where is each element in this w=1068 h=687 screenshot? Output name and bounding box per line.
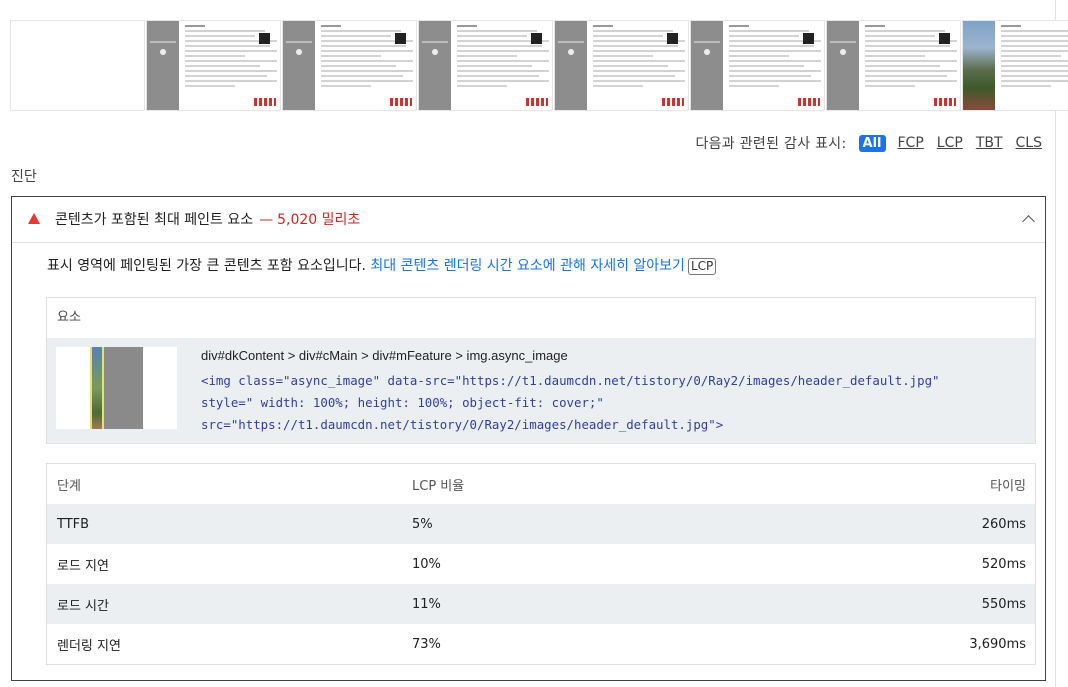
filmstrip-frame [690,20,825,111]
cell-ratio: 11% [412,596,441,612]
snippet-line: <img class="async_image" data-src="https… [201,373,940,388]
lcp-badge: LCP [687,258,717,275]
learn-more-link[interactable]: 최대 콘텐츠 렌더링 시간 요소에 관해 자세히 알아보기 [370,258,685,274]
table-row: TTFB 5% 260ms [47,504,1035,544]
snippet-line: src="https://t1.daumcdn.net/tistory/0/Ra… [201,417,724,432]
section-title: 진단 [11,169,37,185]
cell-ratio: 5% [412,516,433,532]
filmstrip-frame [826,20,961,111]
cell-phase: 로드 시간 [57,598,109,614]
audit-title-text: 콘텐츠가 포함된 최대 페인트 요소 [55,212,254,228]
header-timing: 타이밍 [990,478,1026,494]
audit-dash: — [259,212,274,228]
audit-title: 콘텐츠가 포함된 최대 페인트 요소 —5,020 밀리초 [55,209,360,229]
table-header-row: 단계 LCP 비율 타이밍 [47,464,1035,504]
filter-tbt[interactable]: TBT [976,135,1003,151]
cell-phase: 렌더링 지연 [57,638,121,654]
filmstrip-frame [962,20,1068,111]
element-row: div#dkContent > div#cMain > div#mFeature… [47,338,1035,443]
filmstrip-frame [10,20,145,111]
cell-timing: 550ms [981,596,1026,612]
filter-fcp[interactable]: FCP [898,135,924,151]
table-row: 로드 시간 11% 550ms [47,584,1035,624]
cell-timing: 260ms [981,516,1026,532]
cell-timing: 520ms [981,556,1026,572]
filmstrip-frame [418,20,553,111]
audit-filter: 다음과 관련된 감사 표시: All FCP LCP TBT CLS [695,133,1042,153]
filmstrip-frame [554,20,689,111]
table-row: 로드 지연 10% 520ms [47,544,1035,584]
filmstrip-frame [282,20,417,111]
filter-cls[interactable]: CLS [1016,135,1042,151]
cell-ratio: 10% [412,556,441,572]
element-snippet: <img class="async_image" data-src="https… [201,370,940,436]
element-header: 요소 [47,298,1035,338]
filter-label: 다음과 관련된 감사 표시: [695,136,847,152]
snippet-line: style=" width: 100%; height: 100%; objec… [201,395,604,410]
header-phase: 단계 [57,478,81,494]
element-selector: div#dkContent > div#cMain > div#mFeature… [201,348,568,363]
element-table: 요소 div#dkContent > div#cMain > div#mFeat… [46,297,1036,444]
audit-header[interactable]: 콘텐츠가 포함된 최대 페인트 요소 —5,020 밀리초 [12,197,1045,243]
filter-lcp[interactable]: LCP [937,135,963,151]
fail-triangle-icon [28,213,40,224]
filter-all[interactable]: All [858,134,886,152]
audit-value: 5,020 밀리초 [277,212,361,228]
audit-lcp-element: 콘텐츠가 포함된 최대 페인트 요소 —5,020 밀리초 표시 영역에 페인팅된… [11,196,1046,681]
header-lcp-ratio: LCP 비율 [412,478,465,494]
chevron-up-icon[interactable] [1022,215,1035,228]
filmstrip-frame [146,20,281,111]
cell-phase: TTFB [57,516,90,532]
table-row: 렌더링 지연 73% 3,690ms [47,624,1035,664]
cell-ratio: 73% [412,636,441,652]
phase-table: 단계 LCP 비율 타이밍 TTFB 5% 260ms 로드 지연 10% 52… [46,463,1036,665]
cell-phase: 로드 지연 [57,558,109,574]
element-screenshot[interactable] [56,347,177,429]
description-text: 표시 영역에 페인팅된 가장 큰 콘텐츠 포함 요소입니다. [47,258,366,274]
filmstrip [10,20,1068,111]
audit-description: 표시 영역에 페인팅된 가장 큰 콘텐츠 포함 요소입니다. 최대 콘텐츠 렌더… [47,255,717,275]
cell-timing: 3,690ms [969,636,1026,652]
